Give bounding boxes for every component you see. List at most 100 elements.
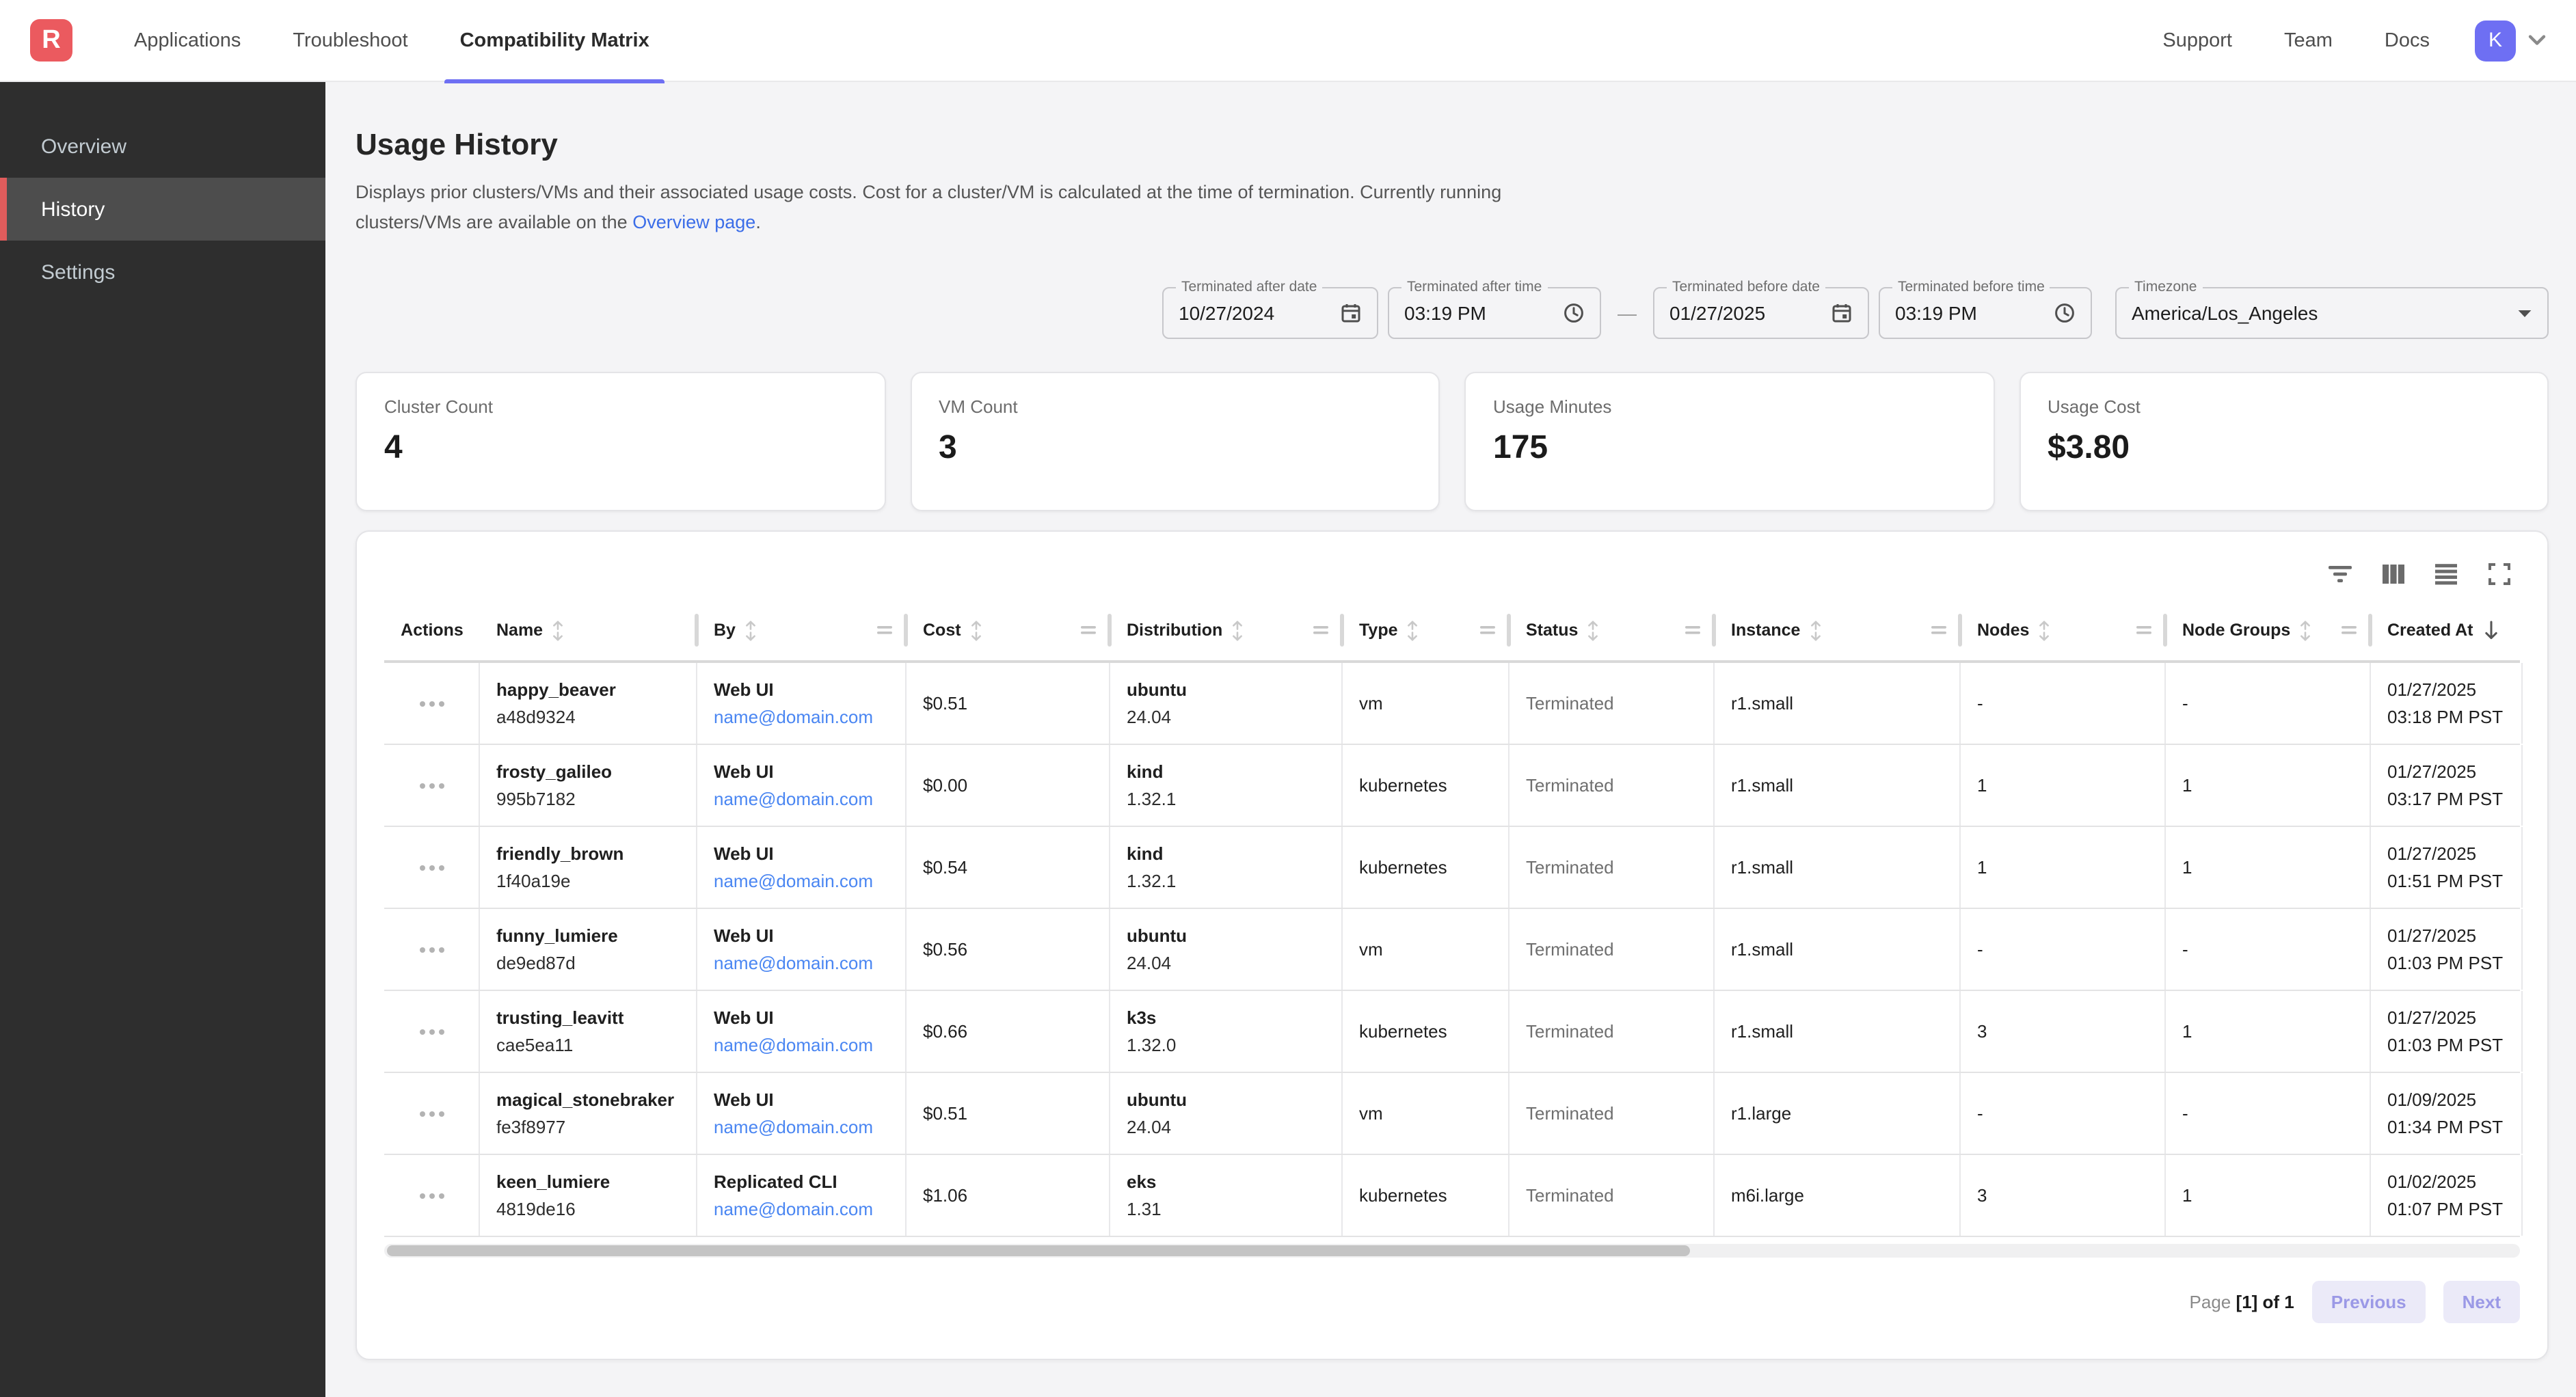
column-header-nodes[interactable]: Nodes <box>1961 600 2166 660</box>
cluster-name: trusting_leavitt <box>496 1007 680 1028</box>
cell-distribution: ubuntu24.04 <box>1110 1073 1343 1154</box>
cell-by: Web UIname@domain.com <box>697 745 907 826</box>
previous-page-button[interactable]: Previous <box>2312 1281 2426 1323</box>
cell-by: Replicated CLIname@domain.com <box>697 1155 907 1236</box>
chevron-down-icon[interactable] <box>2528 34 2546 46</box>
row-actions-button[interactable] <box>411 692 452 714</box>
replicated-logo[interactable]: R <box>30 19 72 62</box>
terminated-after-time-field[interactable]: Terminated after time 03:19 PM <box>1388 287 1601 339</box>
column-menu-icon[interactable] <box>876 625 893 636</box>
columns-icon[interactable] <box>2378 559 2408 589</box>
calendar-icon[interactable] <box>1340 302 1362 324</box>
clock-icon[interactable] <box>2054 302 2076 324</box>
cell-type: vm <box>1343 909 1510 990</box>
instance-value: r1.small <box>1731 939 1943 960</box>
cell-created-at: 01/27/202501:51 PM PST <box>2371 827 2523 908</box>
field-label: Timezone <box>2129 279 2202 295</box>
nav-tab-applications[interactable]: Applications <box>108 0 267 82</box>
cell-type: kubernetes <box>1343 827 1510 908</box>
column-menu-icon[interactable] <box>1080 625 1097 636</box>
column-menu-icon[interactable] <box>1931 625 1947 636</box>
sidebar-item-overview[interactable]: Overview <box>0 115 325 178</box>
row-actions-button[interactable] <box>411 856 452 878</box>
field-value: 03:19 PM <box>1404 302 1486 324</box>
created-time: 03:18 PM PST <box>2387 707 2505 727</box>
sort-icon <box>551 620 565 640</box>
row-actions-button[interactable] <box>411 774 452 796</box>
row-actions-button[interactable] <box>411 1102 452 1124</box>
field-label: Terminated before time <box>1892 279 2050 295</box>
column-menu-icon[interactable] <box>1685 625 1701 636</box>
cell-status: Terminated <box>1510 1155 1715 1236</box>
density-icon[interactable] <box>2431 559 2461 589</box>
type-value: vm <box>1359 1103 1492 1124</box>
terminated-before-date-field[interactable]: Terminated before date 01/27/2025 <box>1653 287 1869 339</box>
column-header-cost[interactable]: Cost <box>907 600 1110 660</box>
column-menu-icon[interactable] <box>2136 625 2152 636</box>
type-value: kubernetes <box>1359 1021 1492 1042</box>
usage-table-card: Actions NameByCost Distribution TypeStatusI… <box>355 530 2549 1360</box>
created-by-email[interactable]: name@domain.com <box>714 953 889 973</box>
horizontal-scrollbar-thumb[interactable] <box>387 1245 1690 1256</box>
status-value: Terminated <box>1526 939 1697 960</box>
column-menu-icon[interactable] <box>1479 625 1496 636</box>
clock-icon[interactable] <box>1563 302 1585 324</box>
navbar-left: R ApplicationsTroubleshootCompatibility … <box>30 0 675 81</box>
created-by-email[interactable]: name@domain.com <box>714 707 889 727</box>
column-header-distribution[interactable]: Distribution <box>1110 600 1343 660</box>
status-value: Terminated <box>1526 1021 1697 1042</box>
fullscreen-icon[interactable] <box>2484 559 2514 589</box>
column-label: Distribution <box>1127 621 1222 640</box>
cell-name: trusting_leavitt cae5ea11 <box>480 991 697 1072</box>
stat-value: 3 <box>939 429 1411 467</box>
row-actions-button[interactable] <box>411 1184 452 1206</box>
column-header-instance[interactable]: Instance <box>1715 600 1961 660</box>
description-suffix: . <box>755 211 761 232</box>
created-by-email[interactable]: name@domain.com <box>714 1117 889 1137</box>
created-by-email[interactable]: name@domain.com <box>714 871 889 891</box>
created-by-email[interactable]: name@domain.com <box>714 1035 889 1055</box>
sidebar-item-history[interactable]: History <box>0 178 325 241</box>
caret-down-icon[interactable] <box>2517 308 2532 318</box>
timezone-select[interactable]: Timezone America/Los_Angeles <box>2115 287 2549 339</box>
nav-tab-compatibility-matrix[interactable]: Compatibility Matrix <box>434 0 675 82</box>
horizontal-scrollbar-track[interactable] <box>384 1244 2520 1258</box>
column-header-status[interactable]: Status <box>1510 600 1715 660</box>
overview-page-link[interactable]: Overview page <box>632 211 755 232</box>
cell-type: vm <box>1343 1073 1510 1154</box>
next-page-button[interactable]: Next <box>2443 1281 2520 1323</box>
stat-value: $3.80 <box>2048 429 2520 467</box>
cell-instance: r1.large <box>1715 1073 1961 1154</box>
cell-nodes: 3 <box>1961 1155 2166 1236</box>
nav-link-team[interactable]: Team <box>2258 29 2359 51</box>
field-value: 10/27/2024 <box>1179 302 1274 324</box>
terminated-before-time-field[interactable]: Terminated before time 03:19 PM <box>1879 287 2092 339</box>
cluster-id: fe3f8977 <box>496 1117 680 1137</box>
cell-status: Terminated <box>1510 909 1715 990</box>
sidebar-item-settings[interactable]: Settings <box>0 241 325 303</box>
terminated-after-date-field[interactable]: Terminated after date 10/27/2024 <box>1162 287 1378 339</box>
nav-link-support[interactable]: Support <box>2136 29 2258 51</box>
row-actions-button[interactable] <box>411 1020 452 1042</box>
cluster-name: frosty_galileo <box>496 761 680 782</box>
cell-node-groups: 1 <box>2166 745 2371 826</box>
column-menu-icon[interactable] <box>2341 625 2357 636</box>
column-header-type[interactable]: Type <box>1343 600 1510 660</box>
cell-node-groups: 1 <box>2166 991 2371 1072</box>
created-by-email[interactable]: name@domain.com <box>714 1199 889 1219</box>
column-header-name[interactable]: Name <box>480 600 697 660</box>
avatar[interactable]: K <box>2475 20 2516 61</box>
created-by-email[interactable]: name@domain.com <box>714 789 889 809</box>
column-header-by[interactable]: By <box>697 600 907 660</box>
filter-icon[interactable] <box>2324 559 2354 589</box>
nav-tab-troubleshoot[interactable]: Troubleshoot <box>267 0 433 82</box>
row-actions-button[interactable] <box>411 938 452 960</box>
column-header-created-at[interactable]: Created At <box>2371 600 2523 660</box>
column-label: Actions <box>401 621 464 640</box>
instance-value: r1.small <box>1731 775 1943 796</box>
calendar-icon[interactable] <box>1831 302 1853 324</box>
nav-link-docs[interactable]: Docs <box>2359 29 2456 51</box>
column-header-node-groups[interactable]: Node Groups <box>2166 600 2371 660</box>
column-menu-icon[interactable] <box>1313 625 1329 636</box>
cluster-id: cae5ea11 <box>496 1035 680 1055</box>
